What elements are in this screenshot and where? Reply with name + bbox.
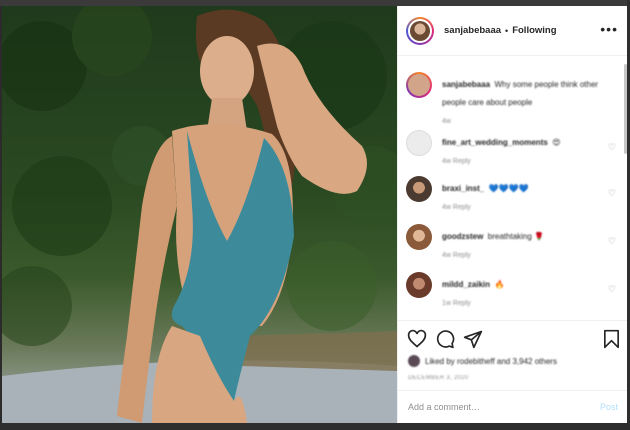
heart-icon[interactable]: ♡ (608, 236, 616, 247)
likes-text: Liked by rodebitheff and 3,942 others (425, 356, 557, 366)
post-button[interactable]: Post (600, 402, 618, 412)
list-item: sanjabebaaa Why some people think other … (406, 72, 620, 125)
comment-username[interactable]: braxi_inst_ (442, 184, 484, 193)
comment-username[interactable]: fine_art_wedding_moments (442, 138, 548, 147)
avatar[interactable] (406, 16, 434, 45)
window-bottom-edge (0, 423, 630, 430)
comment-meta: 4w Reply (442, 204, 471, 211)
comment-text: 😍 (552, 138, 561, 147)
photo-of-person-icon (2, 6, 397, 423)
heart-icon[interactable]: ♡ (608, 142, 616, 153)
comments-list[interactable]: sanjabebaaa Why some people think other … (398, 58, 628, 320)
comment-input[interactable] (408, 402, 600, 412)
comment-meta: 1w Reply (442, 300, 471, 307)
post-photo[interactable] (2, 6, 397, 423)
comment-text: 🔥 (494, 280, 505, 289)
comment-username[interactable]: goodzstew (442, 232, 483, 241)
avatar[interactable] (406, 272, 432, 298)
list-item: mildd_zaikin 🔥 1w Reply ♡ (406, 272, 620, 308)
avatar-image (410, 20, 430, 41)
add-comment-bar: Post (398, 390, 628, 423)
comment-bubble-icon[interactable] (435, 329, 455, 349)
avatar (408, 355, 420, 367)
ellipsis-icon[interactable]: ••• (600, 22, 618, 36)
list-item: goodzstew breathtaking 🌹 4w Reply ♡ (406, 224, 620, 260)
username-link[interactable]: sanjabebaaa (444, 25, 501, 36)
heart-icon[interactable]: ♡ (608, 188, 616, 199)
avatar[interactable] (406, 130, 432, 156)
list-item: fine_art_wedding_moments 😍 4w Reply ♡ (406, 130, 620, 166)
heart-icon[interactable] (407, 329, 427, 349)
avatar[interactable] (406, 72, 432, 98)
list-item: braxi_inst_ 💙💙💙💙 4w Reply ♡ (406, 176, 620, 212)
avatar[interactable] (406, 224, 432, 250)
post-date: DECEMBER 3, 2020 (408, 375, 469, 381)
comment-meta: 4w Reply (442, 158, 471, 165)
comment-meta: 4w (442, 118, 451, 125)
heart-icon[interactable]: ♡ (608, 284, 616, 295)
post-side-panel: sanjabebaaa • Following ••• sanjabebaaa … (397, 6, 628, 423)
avatar[interactable] (406, 176, 432, 202)
comment-text: 💙💙💙💙 (488, 184, 529, 193)
post-actions: Liked by rodebitheff and 3,942 others DE… (398, 320, 628, 390)
comment-username[interactable]: mildd_zaikin (442, 280, 490, 289)
separator-dot: • (505, 25, 509, 36)
bookmark-icon[interactable] (603, 329, 620, 349)
comment-username[interactable]: sanjabebaaa (442, 80, 490, 89)
comment-meta: 4w Reply (442, 252, 471, 259)
post-header: sanjabebaaa • Following ••• (398, 6, 628, 56)
likes-summary[interactable]: Liked by rodebitheff and 3,942 others (408, 355, 557, 367)
following-button[interactable]: Following (512, 25, 556, 36)
paper-plane-icon[interactable] (463, 329, 483, 349)
comment-text: breathtaking 🌹 (487, 232, 545, 241)
